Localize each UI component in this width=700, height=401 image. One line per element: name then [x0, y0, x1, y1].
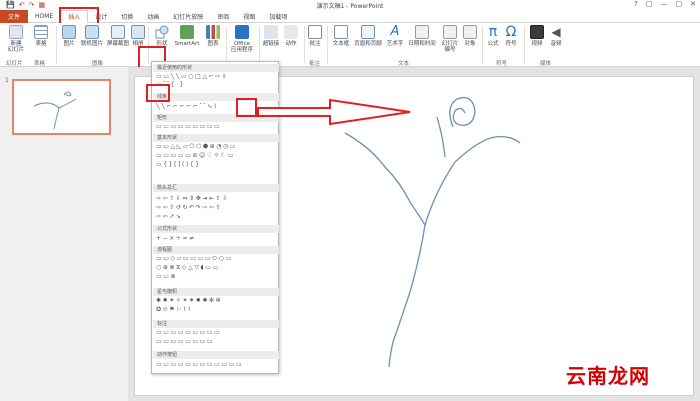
powerpoint-window: 💾 ↶ ↷ ▦ 演示文稿1 - PowerPoint ? □ — □ ✕ 文件 … — [0, 0, 700, 401]
right-arrow-icon — [257, 98, 411, 126]
watermark: 云南龙网 — [566, 364, 650, 388]
annotation-arrow — [257, 98, 411, 126]
